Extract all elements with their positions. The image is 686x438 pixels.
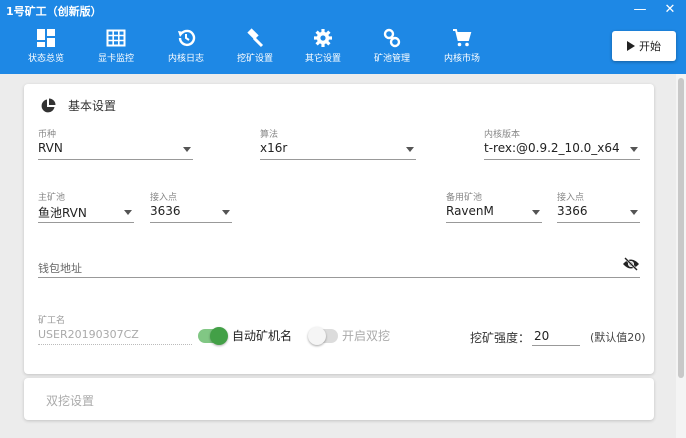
algo-select[interactable]: x16r [260,138,416,160]
nav-label: 矿池管理 [373,54,410,64]
eye-off-icon[interactable] [622,257,640,271]
dual-mining-settings-panel[interactable]: 双挖设置 [24,378,654,420]
hammer-icon [247,28,264,48]
grid-icon [106,29,126,47]
main-toolbar: 状态总览 显卡监控 内核日志 挖矿设置 其它设置 矿池管理 内核市场 开始 [0,22,686,74]
nav-other-settings[interactable]: 其它设置 [291,26,355,70]
backup-port-value: 3366 [557,204,588,218]
close-button[interactable]: ✕ [660,1,680,19]
history-icon [178,29,196,47]
dual-mining-label: 开启双挖 [342,329,391,343]
content-area: 基本设置 币种 RVN 算法 x16r 内核版本 t-rex:@0.9.2_10… [0,74,686,438]
nav-gpu-monitor[interactable]: 显卡监控 [84,26,148,70]
scrollbar-thumb[interactable] [678,78,684,378]
auto-miner-name-label: 自动矿机名 [232,329,293,343]
pie-chart-icon [41,98,56,112]
window-title: 1号矿工（创新版） [6,5,102,18]
chevron-down-icon [532,210,540,215]
backup-port-select[interactable]: 3366 [557,201,640,223]
backup-pool-value: RavenM [446,204,494,218]
toggle-knob [210,327,228,345]
start-button-label: 开始 [639,40,661,53]
title-bar: 1号矿工（创新版） — ✕ [0,0,686,22]
wallet-address-input[interactable]: 钱包地址 [38,252,640,278]
nav-kernel-log[interactable]: 内核日志 [154,26,218,70]
play-icon [627,41,635,51]
dual-mining-toggle[interactable] [308,327,338,345]
nav-label: 挖矿设置 [236,54,273,64]
miner-name-input[interactable]: USER20190307CZ [38,325,192,345]
start-button[interactable]: 开始 [612,31,676,61]
nav-mining-settings[interactable]: 挖矿设置 [223,26,287,70]
kernel-select[interactable]: t-rex:@0.9.2_10.0_x64 [484,138,640,160]
link-icon [383,28,401,48]
chevron-down-icon [124,210,132,215]
toggle-knob [308,327,326,345]
main-pool-value: 鱼池RVN [38,206,87,220]
nav-label: 显卡监控 [97,54,134,64]
cart-icon [453,29,472,47]
vertical-scrollbar[interactable] [676,74,686,438]
nav-pool-management[interactable]: 矿池管理 [360,26,424,70]
nav-label: 其它设置 [304,54,341,64]
dashboard-icon [37,29,55,47]
chevron-down-icon [630,210,638,215]
intensity-label: 挖矿强度： [470,331,531,345]
coin-value: RVN [38,141,63,155]
nav-label: 状态总览 [27,54,64,64]
gear-icon [314,29,332,47]
chevron-down-icon [183,147,191,152]
intensity-value: 20 [534,329,550,343]
intensity-default-note: (默认值20) [590,331,646,344]
chevron-down-icon [406,147,414,152]
section-title: 基本设置 [68,99,117,113]
nav-label: 内核日志 [167,54,204,64]
nav-label: 内核市场 [443,54,480,64]
dual-mining-settings-title: 双挖设置 [46,394,95,408]
main-pool-select[interactable]: 鱼池RVN [38,201,134,223]
minimize-button[interactable]: — [630,1,650,19]
kernel-value: t-rex:@0.9.2_10.0_x64 [484,141,620,155]
backup-pool-select[interactable]: RavenM [446,201,542,223]
nav-status-overview[interactable]: 状态总览 [14,26,78,70]
basic-settings-card: 基本设置 币种 RVN 算法 x16r 内核版本 t-rex:@0.9.2_10… [24,84,654,374]
main-port-select[interactable]: 3636 [150,201,232,223]
coin-select[interactable]: RVN [38,138,193,160]
basic-settings-header: 基本设置 [40,97,116,114]
main-port-value: 3636 [150,204,181,218]
auto-miner-name-toggle[interactable] [198,327,228,345]
intensity-input[interactable]: 20 [532,324,580,346]
nav-kernel-market[interactable]: 内核市场 [430,26,494,70]
wallet-placeholder: 钱包地址 [38,262,82,275]
chevron-down-icon [222,210,230,215]
miner-name-value: USER20190307CZ [38,328,139,341]
chevron-down-icon [630,147,638,152]
algo-value: x16r [260,141,288,155]
